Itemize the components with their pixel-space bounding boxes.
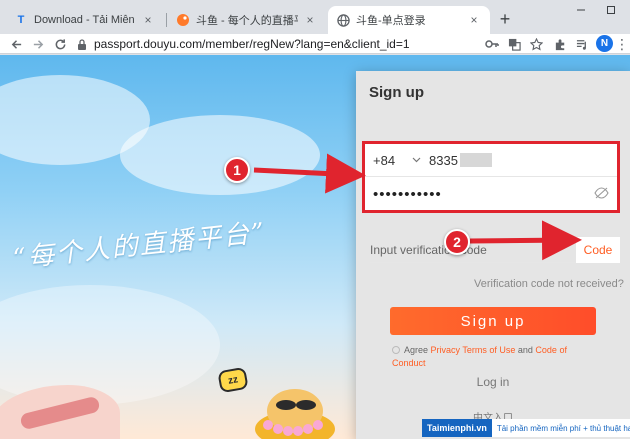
watermark-logo: Taimienphi.vn (422, 419, 492, 437)
annotation-badge-1: 1 (224, 157, 250, 183)
highlighted-credentials-box: +84 8335 ••••••••••• (362, 141, 620, 213)
phone-input[interactable]: 8335 (429, 153, 492, 168)
back-arrow-icon[interactable] (8, 36, 24, 52)
tab-download[interactable]: T Download - Tải Miễn Phí VN - P × (6, 6, 164, 34)
tab-title: 斗鱼 - 每个人的直播平台 (196, 15, 298, 27)
globe-icon (336, 13, 350, 27)
watermark: Taimienphi.vn Tải phần mềm miễn phí + th… (422, 417, 630, 439)
profile-avatar[interactable]: N (596, 35, 613, 52)
douyu-slogan: “每个人的直播平台” (11, 217, 268, 275)
translate-icon[interactable] (506, 36, 522, 52)
redacted-phone-digits (459, 153, 492, 167)
cloud-shape (120, 115, 320, 195)
annotation-badge-2: 2 (444, 229, 470, 255)
get-code-button[interactable]: Code (576, 237, 620, 263)
close-icon[interactable]: × (302, 12, 318, 28)
douyu-icon (176, 13, 190, 27)
browser-tab-strip: T Download - Tải Miễn Phí VN - P × 斗鱼 - … (0, 0, 630, 34)
modal-title: Sign up (369, 84, 424, 101)
new-tab-button[interactable]: + (496, 9, 514, 29)
letter-t-icon: T (17, 14, 25, 26)
key-icon[interactable] (484, 36, 500, 52)
code-not-received-link[interactable]: Verification code not received? (474, 278, 624, 290)
signup-modal: Sign up +84 8335 ••••••••••• Input verif… (356, 71, 630, 439)
eye-hidden-icon[interactable] (593, 186, 609, 200)
address-url: passport.douyu.com/member/regNew?lang=en… (94, 37, 410, 51)
phone-row: +84 8335 (365, 144, 617, 177)
and-text: and (515, 345, 536, 355)
address-bar[interactable]: passport.douyu.com/member/regNew?lang=en… (76, 35, 532, 53)
reload-icon[interactable] (52, 36, 68, 52)
chevron-down-icon[interactable] (409, 157, 423, 163)
forward-arrow-icon[interactable] (30, 36, 46, 52)
password-input[interactable]: ••••••••••• (365, 178, 617, 210)
password-value: ••••••••••• (373, 185, 442, 203)
terms-agreement: Agree Privacy Terms of Use and Code of C… (392, 344, 602, 370)
phone-value: 8335 (429, 152, 458, 168)
login-link[interactable]: Log in (356, 375, 630, 389)
privacy-terms-link[interactable]: Privacy Terms of Use (431, 345, 516, 355)
close-icon[interactable]: × (466, 12, 482, 28)
agree-text: Agree (404, 345, 431, 355)
agree-radio[interactable] (392, 346, 400, 354)
minimize-icon[interactable] (566, 0, 596, 20)
signup-button[interactable]: Sign up (390, 307, 596, 335)
page-background: “每个人的直播平台” zz Sign up +84 8335 •••••••••… (0, 55, 630, 439)
cloud-shape (0, 285, 220, 405)
media-playlist-icon[interactable] (574, 36, 590, 52)
extensions-puzzle-icon[interactable] (552, 36, 568, 52)
maximize-icon[interactable] (596, 0, 626, 20)
fish-mascot-illustration (255, 389, 335, 439)
sleep-sticker: zz (217, 366, 249, 394)
star-icon[interactable] (528, 36, 544, 52)
tab-douyu-login[interactable]: 斗鱼-单点登录 × (328, 6, 490, 34)
tab-title: 斗鱼-单点登录 (356, 15, 426, 27)
close-icon[interactable]: × (140, 12, 156, 28)
browser-toolbar: passport.douyu.com/member/regNew?lang=en… (0, 34, 630, 54)
watermark-tagline: Tải phần mềm miễn phí + thủ thuật hay (491, 419, 630, 437)
more-menu-icon[interactable]: ⋮ (614, 36, 630, 52)
tab-divider (166, 13, 167, 27)
tab-douyu-home[interactable]: 斗鱼 - 每个人的直播平台 × (168, 6, 326, 34)
country-code-select[interactable]: +84 (365, 153, 409, 168)
tab-title: Download - Tải Miễn Phí VN - P (34, 14, 136, 26)
lock-icon[interactable] (76, 38, 88, 50)
